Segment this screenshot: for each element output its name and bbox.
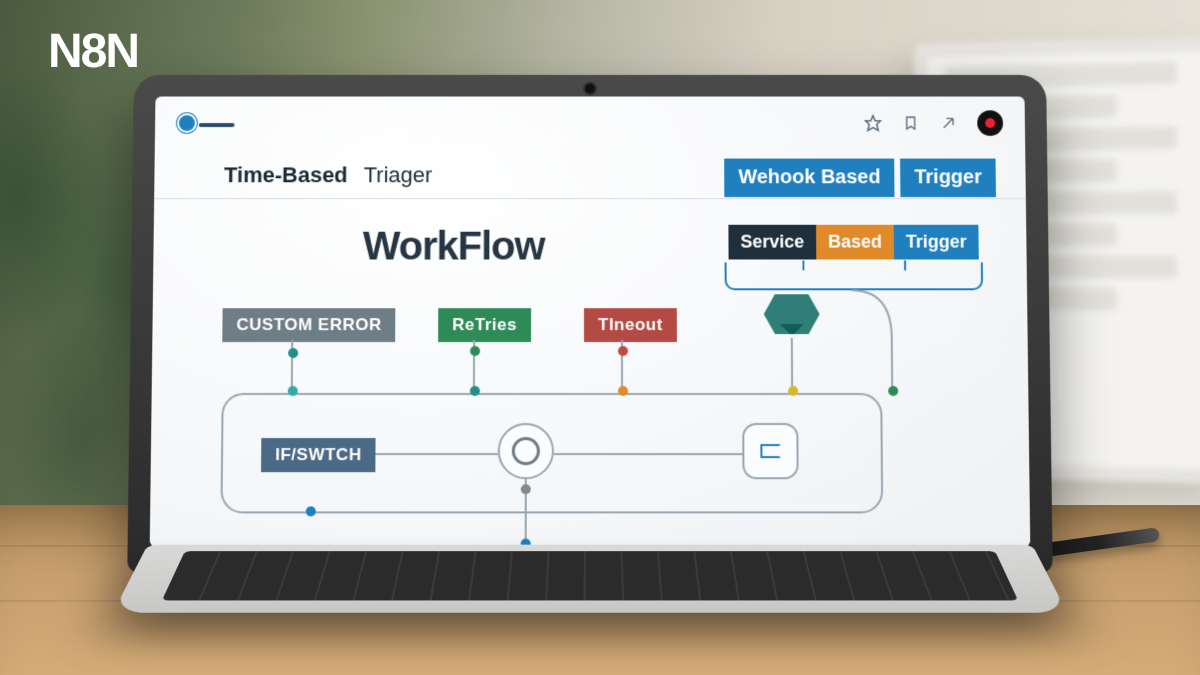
webcam [585,84,595,94]
port-dot[interactable] [521,484,531,494]
pill-trigger: Trigger [894,225,979,260]
brand-logo: N8N [48,24,138,79]
tab-webhook-based[interactable]: Wehook Based Trigger [724,157,996,198]
port-dot[interactable] [618,386,628,396]
laptop-deck [113,545,1068,613]
port-dot[interactable] [288,386,298,396]
tab-time-based[interactable]: Time-Based Triager [224,163,432,199]
laptop: Time-Based Triager Wehook Based Trigger … [126,75,1054,664]
port-dot[interactable] [288,348,298,358]
star-icon[interactable] [862,112,884,134]
trigger-tabs: Time-Based Triager Wehook Based Trigger [154,150,1026,199]
port-dot[interactable] [470,386,480,396]
node-flag[interactable] [742,423,798,479]
app-screen: Time-Based Triager Wehook Based Trigger … [150,97,1031,547]
tab-sublabel: Triager [364,163,433,188]
keyboard [162,551,1018,600]
topbar [155,97,1025,150]
bookmark-icon[interactable] [900,112,922,134]
bracket-connector [724,262,983,290]
node-circle[interactable] [498,423,554,479]
chip-retries[interactable]: ReTries [438,308,531,342]
share-icon[interactable] [937,112,959,134]
port-dot[interactable] [470,346,480,356]
workflow-title: WorkFlow [363,225,545,270]
port-dot[interactable] [306,506,316,516]
record-button[interactable] [977,110,1003,136]
pill-service: Service [728,225,816,260]
tab-active-sub: Trigger [900,158,996,197]
port-dot[interactable] [888,386,898,396]
tab-active-main: Wehook Based [724,158,894,197]
port-dot[interactable] [618,346,628,356]
app-logo-icon[interactable] [177,113,197,133]
pill-based: Based [816,225,894,260]
workflow-canvas[interactable]: WorkFlow Service Based Trigger CUSTOM ER… [150,199,1031,547]
tab-label: Time-Based [224,163,348,188]
chip-timeout[interactable]: TIneout [584,308,677,342]
hex-node[interactable] [764,294,820,334]
flag-icon [760,444,780,458]
chip-custom-error[interactable]: CUSTOM ERROR [222,308,396,342]
node-if-switch[interactable]: IF/SWTCH [261,438,376,472]
service-based-trigger-group[interactable]: Service Based Trigger [728,225,978,260]
port-dot[interactable] [788,386,798,396]
